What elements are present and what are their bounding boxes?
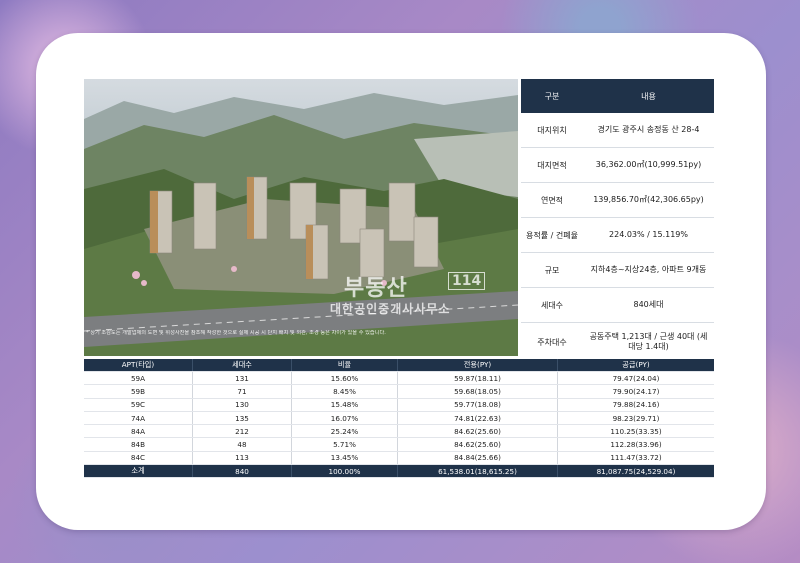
- column-header: APT(타입): [84, 359, 193, 371]
- table-cell: 84A: [84, 425, 193, 438]
- table-cell: 59.68(18.05): [398, 385, 558, 398]
- table-cell: 소계: [84, 465, 193, 478]
- info-header-label: 구분: [544, 91, 560, 101]
- info-row-label: 연면적: [521, 183, 583, 217]
- column-header: 전용(PY): [398, 359, 558, 371]
- table-cell: 79.88(24.16): [612, 400, 660, 410]
- table-row: 59A 131 15.60% 59.87(18.11) 79.47(24.04): [84, 372, 714, 386]
- info-row-label: 세대수: [521, 288, 583, 322]
- table-cell: 98.23(29.71): [612, 413, 660, 423]
- watermark-number: 114: [448, 272, 486, 290]
- info-row-ratios: 용적률 / 건폐율 224.03% / 15.119%: [521, 218, 714, 253]
- table-cell: 71: [193, 385, 292, 398]
- table-cell: 59C: [84, 398, 193, 411]
- table-cell: 84B: [84, 438, 193, 451]
- info-row-scale: 규모 지하4층~지상24층, 아파트 9개동: [521, 253, 714, 288]
- info-row-label: 주차대수: [521, 323, 583, 361]
- table-cell: 84C: [84, 451, 193, 465]
- info-row-value: 840세대: [633, 300, 664, 309]
- photo-disclaimer: * 상기 조감도는 개발업체의 도면 및 위성사진을 참조해 작성한 것으로 실…: [86, 330, 386, 336]
- info-row-label: 규모: [521, 253, 583, 287]
- info-row-label: 대지위치: [521, 113, 583, 147]
- project-info-table: 구분 내용 대지위치 경기도 광주시 송정동 산 28-4 대지면적 36,36…: [521, 79, 714, 362]
- unit-table-header: APT(타입) 세대수 비율 전용(PY) 공급(PY): [84, 359, 714, 372]
- table-cell: 131: [193, 372, 292, 385]
- table-row: 59B 71 8.45% 59.68(18.05) 79.90(24.17): [84, 385, 714, 399]
- column-header: 공급(PY): [622, 360, 650, 369]
- info-row-floor-area: 연면적 139,856.70㎡(42,306.65py): [521, 183, 714, 218]
- table-cell: 79.47(24.04): [612, 373, 660, 383]
- table-cell: 15.48%: [292, 398, 398, 411]
- table-cell: 840: [193, 465, 292, 478]
- table-cell: 74.81(22.63): [398, 411, 558, 425]
- watermark-logo: 부동산: [344, 276, 408, 301]
- info-row-value: 36,362.00㎡(10,999.51py): [595, 160, 702, 169]
- table-cell: 25.24%: [292, 425, 398, 438]
- table-cell: 84.62(25.60): [398, 438, 558, 451]
- table-cell: 212: [193, 425, 292, 438]
- info-row-site-area: 대지면적 36,362.00㎡(10,999.51py): [521, 148, 714, 183]
- table-row: 84C 113 13.45% 84.84(25.66) 111.47(33.72…: [84, 451, 714, 466]
- info-table-header: 구분 내용: [521, 79, 714, 113]
- table-cell: 5.71%: [292, 438, 398, 451]
- table-cell: 130: [193, 398, 292, 411]
- table-cell: 79.90(24.17): [612, 386, 660, 396]
- info-header-value: 내용: [641, 91, 656, 101]
- table-cell: 111.47(33.72): [610, 453, 662, 463]
- info-row-parking: 주차대수 공동주택 1,213대 / 근생 40대 (세대당 1.4대): [521, 323, 714, 362]
- table-cell: 100.00%: [292, 465, 398, 478]
- info-row-value: 경기도 광주시 송정동 산 28-4: [597, 125, 700, 134]
- table-cell: 84.84(25.66): [398, 451, 558, 465]
- table-row: 74A 135 16.07% 74.81(22.63) 98.23(29.71): [84, 411, 714, 426]
- table-row: 84B 48 5.71% 84.62(25.60) 112.28(33.96): [84, 438, 714, 452]
- table-cell: 59.87(18.11): [398, 372, 558, 385]
- info-row-label: 대지면적: [521, 148, 583, 182]
- info-row-households: 세대수 840세대: [521, 288, 714, 323]
- table-cell: 59B: [84, 385, 193, 398]
- info-row-value: 224.03% / 15.119%: [609, 230, 688, 239]
- table-cell: 16.07%: [292, 411, 398, 425]
- unit-table-total-row: 소계 840 100.00% 61,538.01(18,615.25) 81,0…: [84, 465, 714, 479]
- info-row-value: 공동주택 1,213대 / 근생 40대 (세대당 1.4대): [589, 332, 708, 351]
- table-cell: 8.45%: [292, 385, 398, 398]
- unit-type-table: APT(타입) 세대수 비율 전용(PY) 공급(PY) 59A 131 15.…: [84, 359, 714, 479]
- table-cell: 61,538.01(18,615.25): [398, 465, 558, 478]
- table-cell: 112.28(33.96): [610, 440, 662, 450]
- column-header: 비율: [292, 359, 398, 371]
- table-cell: 113: [193, 451, 292, 465]
- table-cell: 59.77(18.08): [398, 398, 558, 411]
- table-cell: 84.62(25.60): [398, 425, 558, 438]
- watermark-subtitle: 대한공인중개사사무소: [330, 302, 451, 316]
- info-row-location: 대지위치 경기도 광주시 송정동 산 28-4: [521, 113, 714, 148]
- table-row: 84A 212 25.24% 84.62(25.60) 110.25(33.35…: [84, 425, 714, 439]
- table-cell: 48: [193, 438, 292, 451]
- info-row-value: 지하4층~지상24층, 아파트 9개동: [590, 265, 707, 274]
- table-cell: 110.25(33.35): [610, 426, 662, 436]
- info-row-label: 용적률 / 건폐율: [521, 218, 583, 252]
- table-cell: 74A: [84, 411, 193, 425]
- info-row-value: 139,856.70㎡(42,306.65py): [593, 195, 704, 204]
- table-cell: 81,087.75(24,529.04): [596, 466, 676, 476]
- table-cell: 13.45%: [292, 451, 398, 465]
- table-cell: 59A: [84, 372, 193, 385]
- column-header: 세대수: [193, 359, 292, 371]
- watermark: 부동산 114 대한공인중개사사무소: [330, 270, 500, 320]
- table-cell: 15.60%: [292, 372, 398, 385]
- table-row: 59C 130 15.48% 59.77(18.08) 79.88(24.16): [84, 398, 714, 412]
- table-cell: 135: [193, 411, 292, 425]
